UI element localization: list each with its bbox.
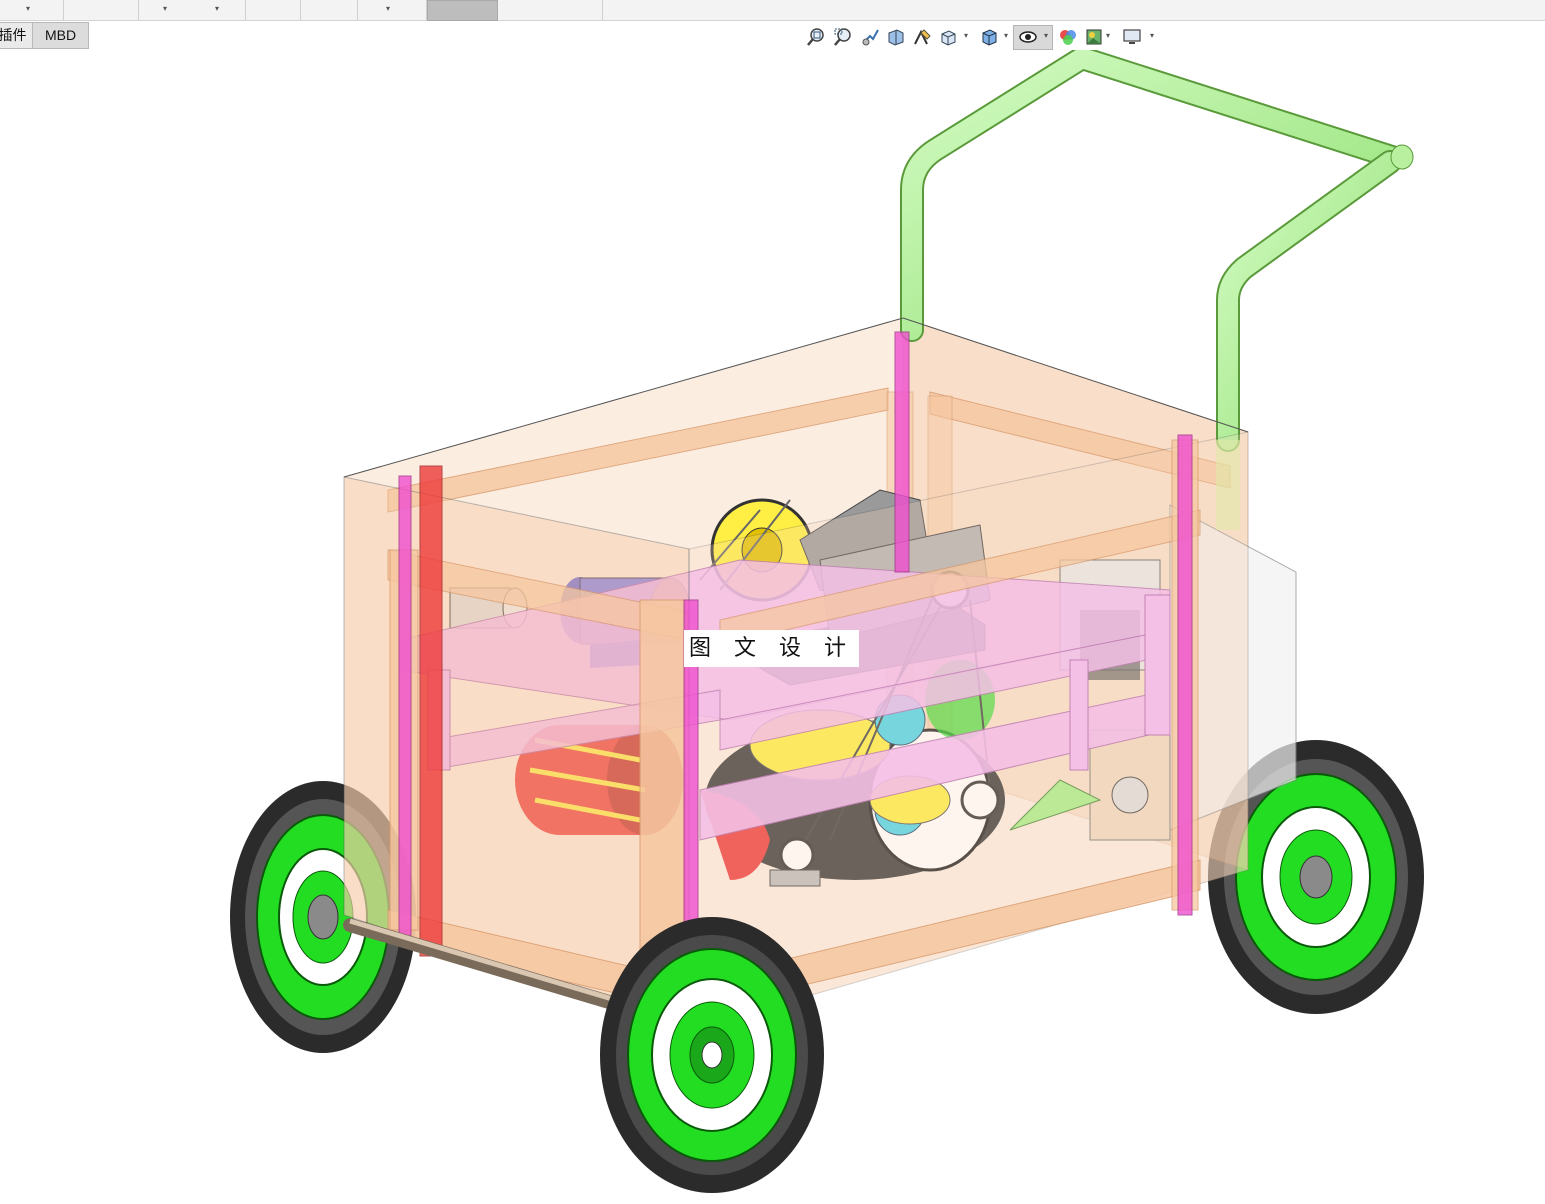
front-right-wheel xyxy=(600,917,824,1193)
heads-up-view-toolbar: ▾ ▾ ▾ ▾ ▾ xyxy=(806,25,1162,50)
section-view-icon[interactable] xyxy=(886,27,906,47)
command-segment[interactable] xyxy=(301,0,358,20)
command-segment[interactable] xyxy=(246,0,301,20)
command-segment-active[interactable] xyxy=(427,0,498,21)
chevron-down-icon[interactable]: ▾ xyxy=(964,31,968,40)
command-segment[interactable]: ▾ xyxy=(0,0,64,20)
view-orientation-icon[interactable] xyxy=(938,27,958,47)
chevron-down-icon[interactable]: ▾ xyxy=(1150,31,1154,40)
previous-view-icon[interactable] xyxy=(860,27,880,47)
view-settings-icon[interactable] xyxy=(1122,27,1142,47)
hide-show-items-icon[interactable] xyxy=(1018,27,1038,47)
zoom-to-fit-icon[interactable] xyxy=(806,27,826,47)
command-segment[interactable] xyxy=(603,0,1545,20)
graphics-viewport[interactable]: 图 文 设 计 xyxy=(0,46,1545,1199)
apply-scene-icon[interactable] xyxy=(1084,27,1104,47)
command-segment[interactable]: ▾ ▾ xyxy=(139,0,246,20)
command-segment[interactable] xyxy=(497,0,603,20)
tab-label: 插件 xyxy=(0,27,27,43)
edit-appearance-icon[interactable] xyxy=(1058,27,1078,47)
chevron-down-icon[interactable]: ▾ xyxy=(1044,31,1048,40)
tab-label: MBD xyxy=(44,27,77,43)
tab-mbd[interactable]: MBD xyxy=(32,22,89,49)
dynamic-annotation-icon[interactable] xyxy=(912,27,932,47)
zoom-to-area-icon[interactable] xyxy=(833,27,853,47)
chevron-down-icon[interactable]: ▾ xyxy=(1106,31,1110,40)
chevron-down-icon[interactable]: ▾ xyxy=(1004,31,1008,40)
tab-plugins[interactable]: 插件 xyxy=(0,22,33,49)
watermark-label: 图 文 设 计 xyxy=(684,630,859,667)
cart-assembly-model[interactable] xyxy=(0,46,1545,1199)
command-segment[interactable]: ▾ xyxy=(358,0,427,20)
display-style-icon[interactable] xyxy=(979,27,999,47)
command-segment[interactable] xyxy=(64,0,139,20)
command-manager-strip: ▾ ▾ ▾ ▾ xyxy=(0,0,1545,21)
